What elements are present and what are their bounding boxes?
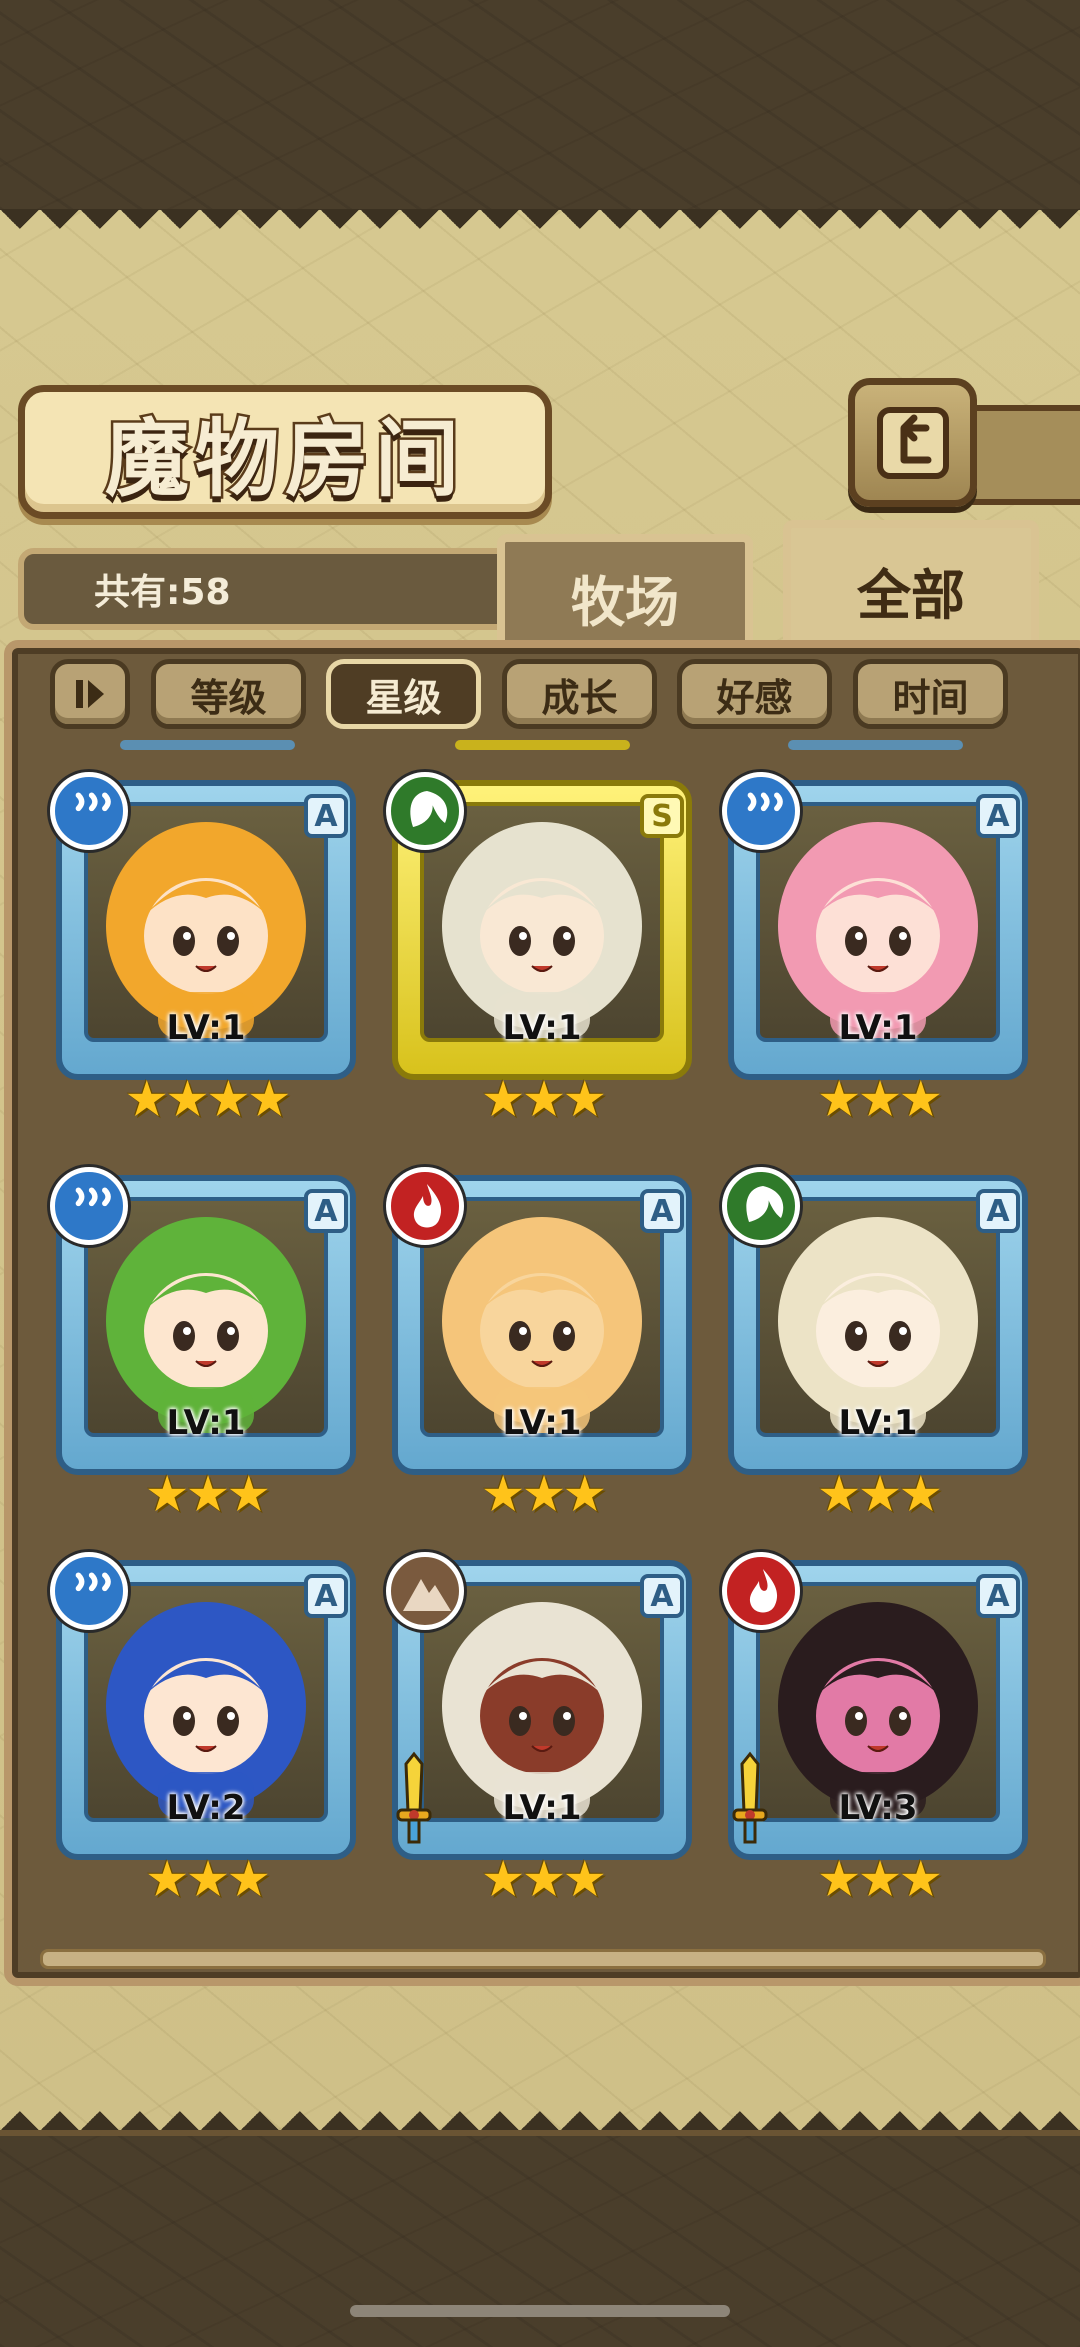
monster-card[interactable]: S LV:1 ★★★ xyxy=(386,772,698,1130)
sort-by-time[interactable]: 时间 xyxy=(853,659,1008,729)
tab-all[interactable]: 全部 xyxy=(783,520,1039,652)
monster-card[interactable]: A LV:1 ★★★ xyxy=(50,1167,362,1525)
monster-card[interactable]: A LV:1 ★★★ xyxy=(722,772,1034,1130)
tab-ranch[interactable]: 牧场 xyxy=(497,534,753,652)
nature-element-icon xyxy=(386,772,464,850)
monster-card[interactable]: A LV:3 ★★★ xyxy=(722,1552,1034,1910)
monster-level: LV:1 xyxy=(502,1403,582,1443)
back-button-tab xyxy=(960,405,1080,505)
monster-level: LV:1 xyxy=(838,1008,918,1048)
panel-bottom-rail xyxy=(40,1949,1046,1969)
monster-card[interactable]: A LV:2 ★★★ xyxy=(50,1552,362,1910)
monster-level: LV:2 xyxy=(166,1788,246,1828)
fire-element-icon xyxy=(386,1167,464,1245)
monster-card[interactable]: A LV:1 ★★★ xyxy=(722,1167,1034,1525)
star-rating: ★★★★ xyxy=(124,1070,291,1128)
sort-by-level[interactable]: 等级 xyxy=(151,659,306,729)
water-element-icon xyxy=(50,1167,128,1245)
monster-level: LV:1 xyxy=(502,1008,582,1048)
rank-badge: A xyxy=(976,1189,1020,1233)
torn-edge-bottom xyxy=(0,2091,1080,2131)
sort-by-stars[interactable]: 星级 xyxy=(326,659,481,729)
water-element-icon xyxy=(50,772,128,850)
star-rating: ★★★ xyxy=(816,1850,943,1908)
monster-level: LV:1 xyxy=(838,1403,918,1443)
water-element-icon xyxy=(722,772,800,850)
monster-level: LV:1 xyxy=(502,1788,582,1828)
rank-badge: A xyxy=(304,794,348,838)
rank-badge: A xyxy=(304,1574,348,1618)
rank-badge: A xyxy=(304,1189,348,1233)
star-rating: ★★★ xyxy=(144,1465,271,1523)
rank-badge: A xyxy=(640,1574,684,1618)
star-rating: ★★★ xyxy=(816,1465,943,1523)
rank-badge: A xyxy=(640,1189,684,1233)
monster-card[interactable]: A LV:1 ★★★ xyxy=(386,1552,698,1910)
previous-row-edge xyxy=(788,740,963,750)
nature-element-icon xyxy=(722,1167,800,1245)
monster-level: LV:3 xyxy=(838,1788,918,1828)
home-indicator xyxy=(350,2305,730,2317)
sort-order-toggle[interactable] xyxy=(50,659,130,729)
rank-badge: A xyxy=(976,794,1020,838)
fire-element-icon xyxy=(722,1552,800,1630)
star-rating: ★★★ xyxy=(144,1850,271,1908)
monster-level: LV:1 xyxy=(166,1403,246,1443)
monster-level: LV:1 xyxy=(166,1008,246,1048)
earth-element-icon xyxy=(386,1552,464,1630)
star-rating: ★★★ xyxy=(480,1465,607,1523)
previous-row-edge xyxy=(120,740,295,750)
monster-card[interactable]: A LV:1 ★★★★ xyxy=(50,772,362,1130)
monster-count-bar: 共有:58 xyxy=(18,548,538,630)
star-rating: ★★★ xyxy=(480,1070,607,1128)
star-rating: ★★★ xyxy=(480,1850,607,1908)
star-rating: ★★★ xyxy=(816,1070,943,1128)
monster-card[interactable]: A LV:1 ★★★ xyxy=(386,1167,698,1525)
title-plaque: 魔物房间 xyxy=(18,385,552,519)
torn-edge-top xyxy=(0,209,1080,249)
map-background-top xyxy=(0,0,1080,216)
page-title: 魔物房间 xyxy=(102,406,465,510)
sort-by-growth[interactable]: 成长 xyxy=(502,659,657,729)
water-element-icon xyxy=(50,1552,128,1630)
previous-row-edge xyxy=(455,740,630,750)
back-arrow-icon xyxy=(876,406,949,479)
monster-count: 共有:58 xyxy=(94,572,231,613)
sort-order-icon xyxy=(76,680,104,708)
rank-badge: S xyxy=(640,794,684,838)
sort-by-affection[interactable]: 好感 xyxy=(677,659,832,729)
rank-badge: A xyxy=(976,1574,1020,1618)
back-button[interactable] xyxy=(848,378,977,507)
